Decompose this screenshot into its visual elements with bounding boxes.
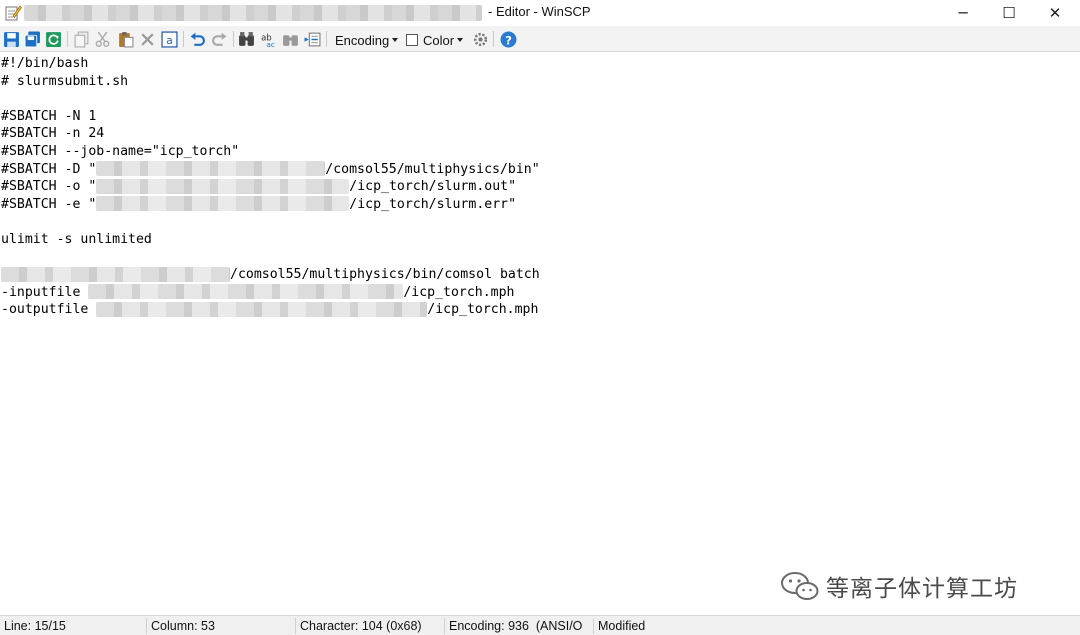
redacted-path — [96, 301, 428, 317]
delete-icon[interactable] — [138, 30, 156, 48]
cut-icon[interactable] — [93, 30, 111, 48]
maximize-button[interactable]: ☐ — [986, 0, 1032, 26]
reload-icon[interactable] — [44, 30, 62, 48]
close-button[interactable]: ✕ — [1032, 0, 1078, 26]
find-icon[interactable] — [237, 30, 255, 48]
status-bar: Line: 15/15 Column: 53 Character: 104 (0… — [0, 615, 1080, 635]
editor-line: ulimit -s unlimited — [1, 232, 152, 247]
select-all-icon[interactable]: a — [160, 30, 178, 48]
editor-line: -outputfile /icp_torch.mph — [1, 301, 539, 318]
editor-line: -inputfile /icp_torch.mph — [1, 284, 515, 300]
chevron-down-icon — [457, 38, 464, 42]
replace-icon[interactable]: ab ac — [259, 30, 277, 48]
editor-line: #!/bin/bash — [1, 56, 89, 71]
svg-text:?: ? — [505, 33, 512, 47]
encoding-dropdown[interactable]: Encoding — [335, 31, 399, 49]
status-character: Character: 104 (0x68) — [300, 619, 422, 633]
redacted-path — [96, 178, 350, 194]
encoding-label: Encoding — [335, 32, 390, 48]
editor-line: #SBATCH -N 1 — [1, 108, 97, 124]
chevron-down-icon — [392, 38, 399, 42]
editor-notepad-icon — [5, 5, 22, 21]
redo-icon[interactable] — [210, 30, 228, 48]
toolbar: a ab ac Encoding Color ? — [0, 26, 1080, 52]
editor-line: #SBATCH -e "/icp_torch/slurm.err" — [1, 196, 517, 212]
wechat-icon — [781, 572, 819, 600]
text-editor-area[interactable]: #!/bin/bash # slurmsubmit.sh #SBATCH -N … — [0, 52, 1080, 613]
find-next-icon[interactable] — [281, 30, 299, 48]
goto-line-icon[interactable] — [303, 30, 321, 48]
save-all-icon[interactable] — [23, 30, 41, 48]
status-modified: Modified — [598, 619, 646, 633]
redacted-path — [1, 266, 230, 282]
svg-text:a: a — [166, 33, 173, 46]
undo-icon[interactable] — [188, 30, 206, 48]
color-label: Color — [423, 32, 455, 48]
watermark: 等离子体计算工坊 — [780, 568, 1018, 604]
redacted-path — [96, 196, 350, 212]
status-column: Column: 53 — [151, 619, 215, 633]
status-line: Line: 15/15 — [4, 619, 66, 633]
editor-line: #SBATCH -D "/comsol55/multiphysics/bin" — [1, 161, 540, 177]
watermark-text: 等离子体计算工坊 — [826, 576, 1018, 602]
help-icon[interactable]: ? — [499, 30, 517, 48]
svg-text:ac: ac — [266, 39, 275, 47]
redacted-path — [96, 161, 326, 177]
color-dropdown[interactable]: Color — [406, 31, 464, 49]
editor-line: #SBATCH -n 24 — [1, 126, 105, 142]
save-icon[interactable] — [2, 30, 20, 48]
editor-line: #SBATCH -o "/icp_torch/slurm.out" — [1, 178, 517, 195]
window-title: - Editor - WinSCP — [488, 4, 591, 19]
minimize-button[interactable]: ─ — [940, 0, 986, 26]
preferences-icon[interactable] — [471, 30, 489, 48]
title-bar: - Editor - WinSCP ─ ☐ ✕ — [0, 0, 1080, 26]
copy-icon[interactable] — [72, 30, 90, 48]
redacted-path — [88, 284, 404, 300]
status-encoding: Encoding: 936 (ANSI/O — [449, 619, 583, 633]
color-checkbox-icon — [406, 34, 418, 46]
editor-line: /comsol55/multiphysics/bin/comsol batch — [1, 266, 540, 283]
editor-line: # slurmsubmit.sh — [1, 73, 129, 89]
editor-line: #SBATCH --job-name="icp_torch" — [1, 144, 240, 159]
title-filename-redacted — [24, 5, 482, 21]
paste-icon[interactable] — [116, 30, 134, 48]
